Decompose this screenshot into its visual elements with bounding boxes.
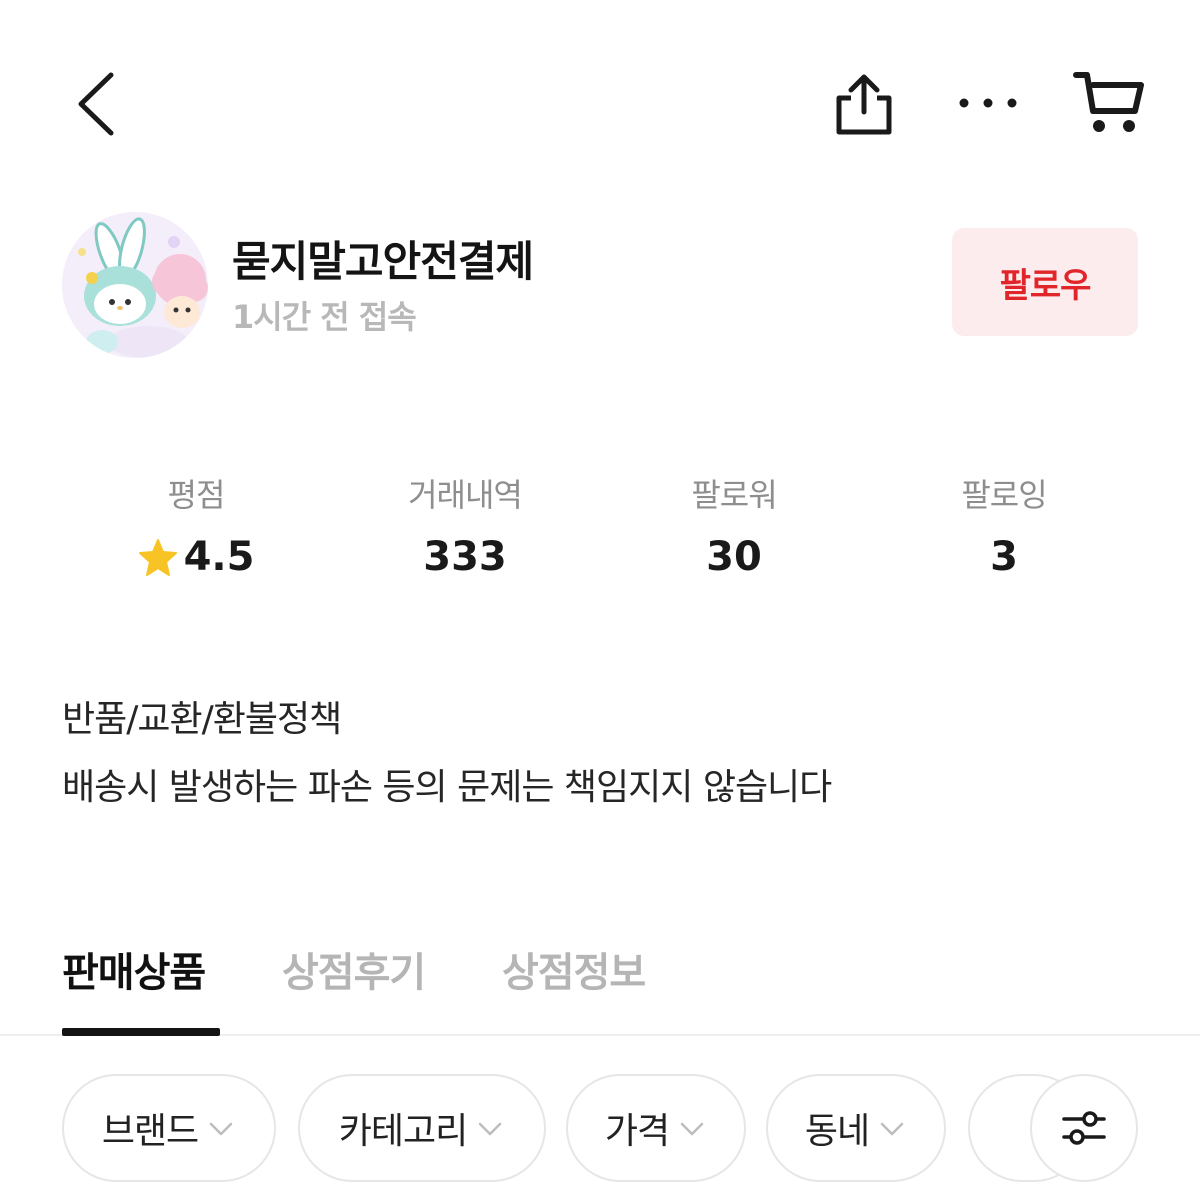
- cart-button[interactable]: [1068, 62, 1150, 142]
- last-seen-text: 1시간 전 접속: [232, 298, 417, 336]
- filter-price[interactable]: 가격: [566, 1074, 746, 1182]
- shop-name: 묻지말고안전결제: [232, 237, 534, 286]
- filter-category[interactable]: 카테고리: [298, 1074, 546, 1182]
- filter-label: 가격: [604, 1111, 670, 1152]
- share-icon: [836, 74, 892, 135]
- sliders-icon: [1062, 1111, 1106, 1145]
- avatar[interactable]: [62, 212, 208, 358]
- stat-following[interactable]: 팔로잉 3: [884, 470, 1124, 580]
- stat-value: 4.5: [183, 534, 255, 580]
- cart-icon: [1073, 72, 1144, 132]
- chevron-left-icon: [78, 72, 114, 136]
- share-button[interactable]: [826, 66, 902, 142]
- policy-text: 배송시 발생하는 파손 등의 문제는 책임지지 않습니다: [62, 767, 832, 808]
- chevron-down-icon: [880, 1122, 904, 1136]
- stat-label: 팔로워: [691, 476, 777, 514]
- filter-label: 브랜드: [101, 1111, 199, 1152]
- filter-settings-button[interactable]: [1030, 1074, 1138, 1182]
- stat-value: 333: [423, 534, 507, 580]
- more-horizontal-icon: [959, 98, 1017, 108]
- stat-transactions[interactable]: 거래내역 333: [345, 470, 585, 580]
- follow-button[interactable]: 팔로우: [952, 228, 1138, 336]
- filter-neighborhood[interactable]: 동네: [766, 1074, 946, 1182]
- filter-brand[interactable]: 브랜드: [62, 1074, 276, 1182]
- star-icon: [138, 539, 177, 576]
- policy-title: 반품/교환/환불정책: [62, 699, 342, 740]
- stat-rating[interactable]: 평점 4.5: [76, 470, 316, 580]
- stat-value: 3: [990, 534, 1018, 580]
- stat-label: 평점: [167, 476, 226, 514]
- stat-label: 거래내역: [408, 476, 523, 514]
- avatar-image: [62, 212, 208, 358]
- stat-value: 30: [706, 534, 762, 580]
- active-tab-indicator: [62, 1028, 220, 1036]
- stat-label: 팔로잉: [961, 476, 1047, 514]
- filter-label: 동네: [804, 1111, 870, 1152]
- back-button[interactable]: [60, 64, 130, 144]
- more-button[interactable]: [950, 78, 1026, 128]
- chevron-down-icon: [209, 1122, 233, 1136]
- chevron-down-icon: [680, 1122, 704, 1136]
- stat-followers[interactable]: 팔로워 30: [614, 470, 854, 580]
- tab-reviews[interactable]: 상점후기: [282, 940, 426, 998]
- chevron-down-icon: [478, 1122, 502, 1136]
- tab-shop-info[interactable]: 상점정보: [502, 940, 646, 998]
- tab-products[interactable]: 판매상품: [62, 940, 206, 998]
- filter-label: 카테고리: [338, 1111, 468, 1152]
